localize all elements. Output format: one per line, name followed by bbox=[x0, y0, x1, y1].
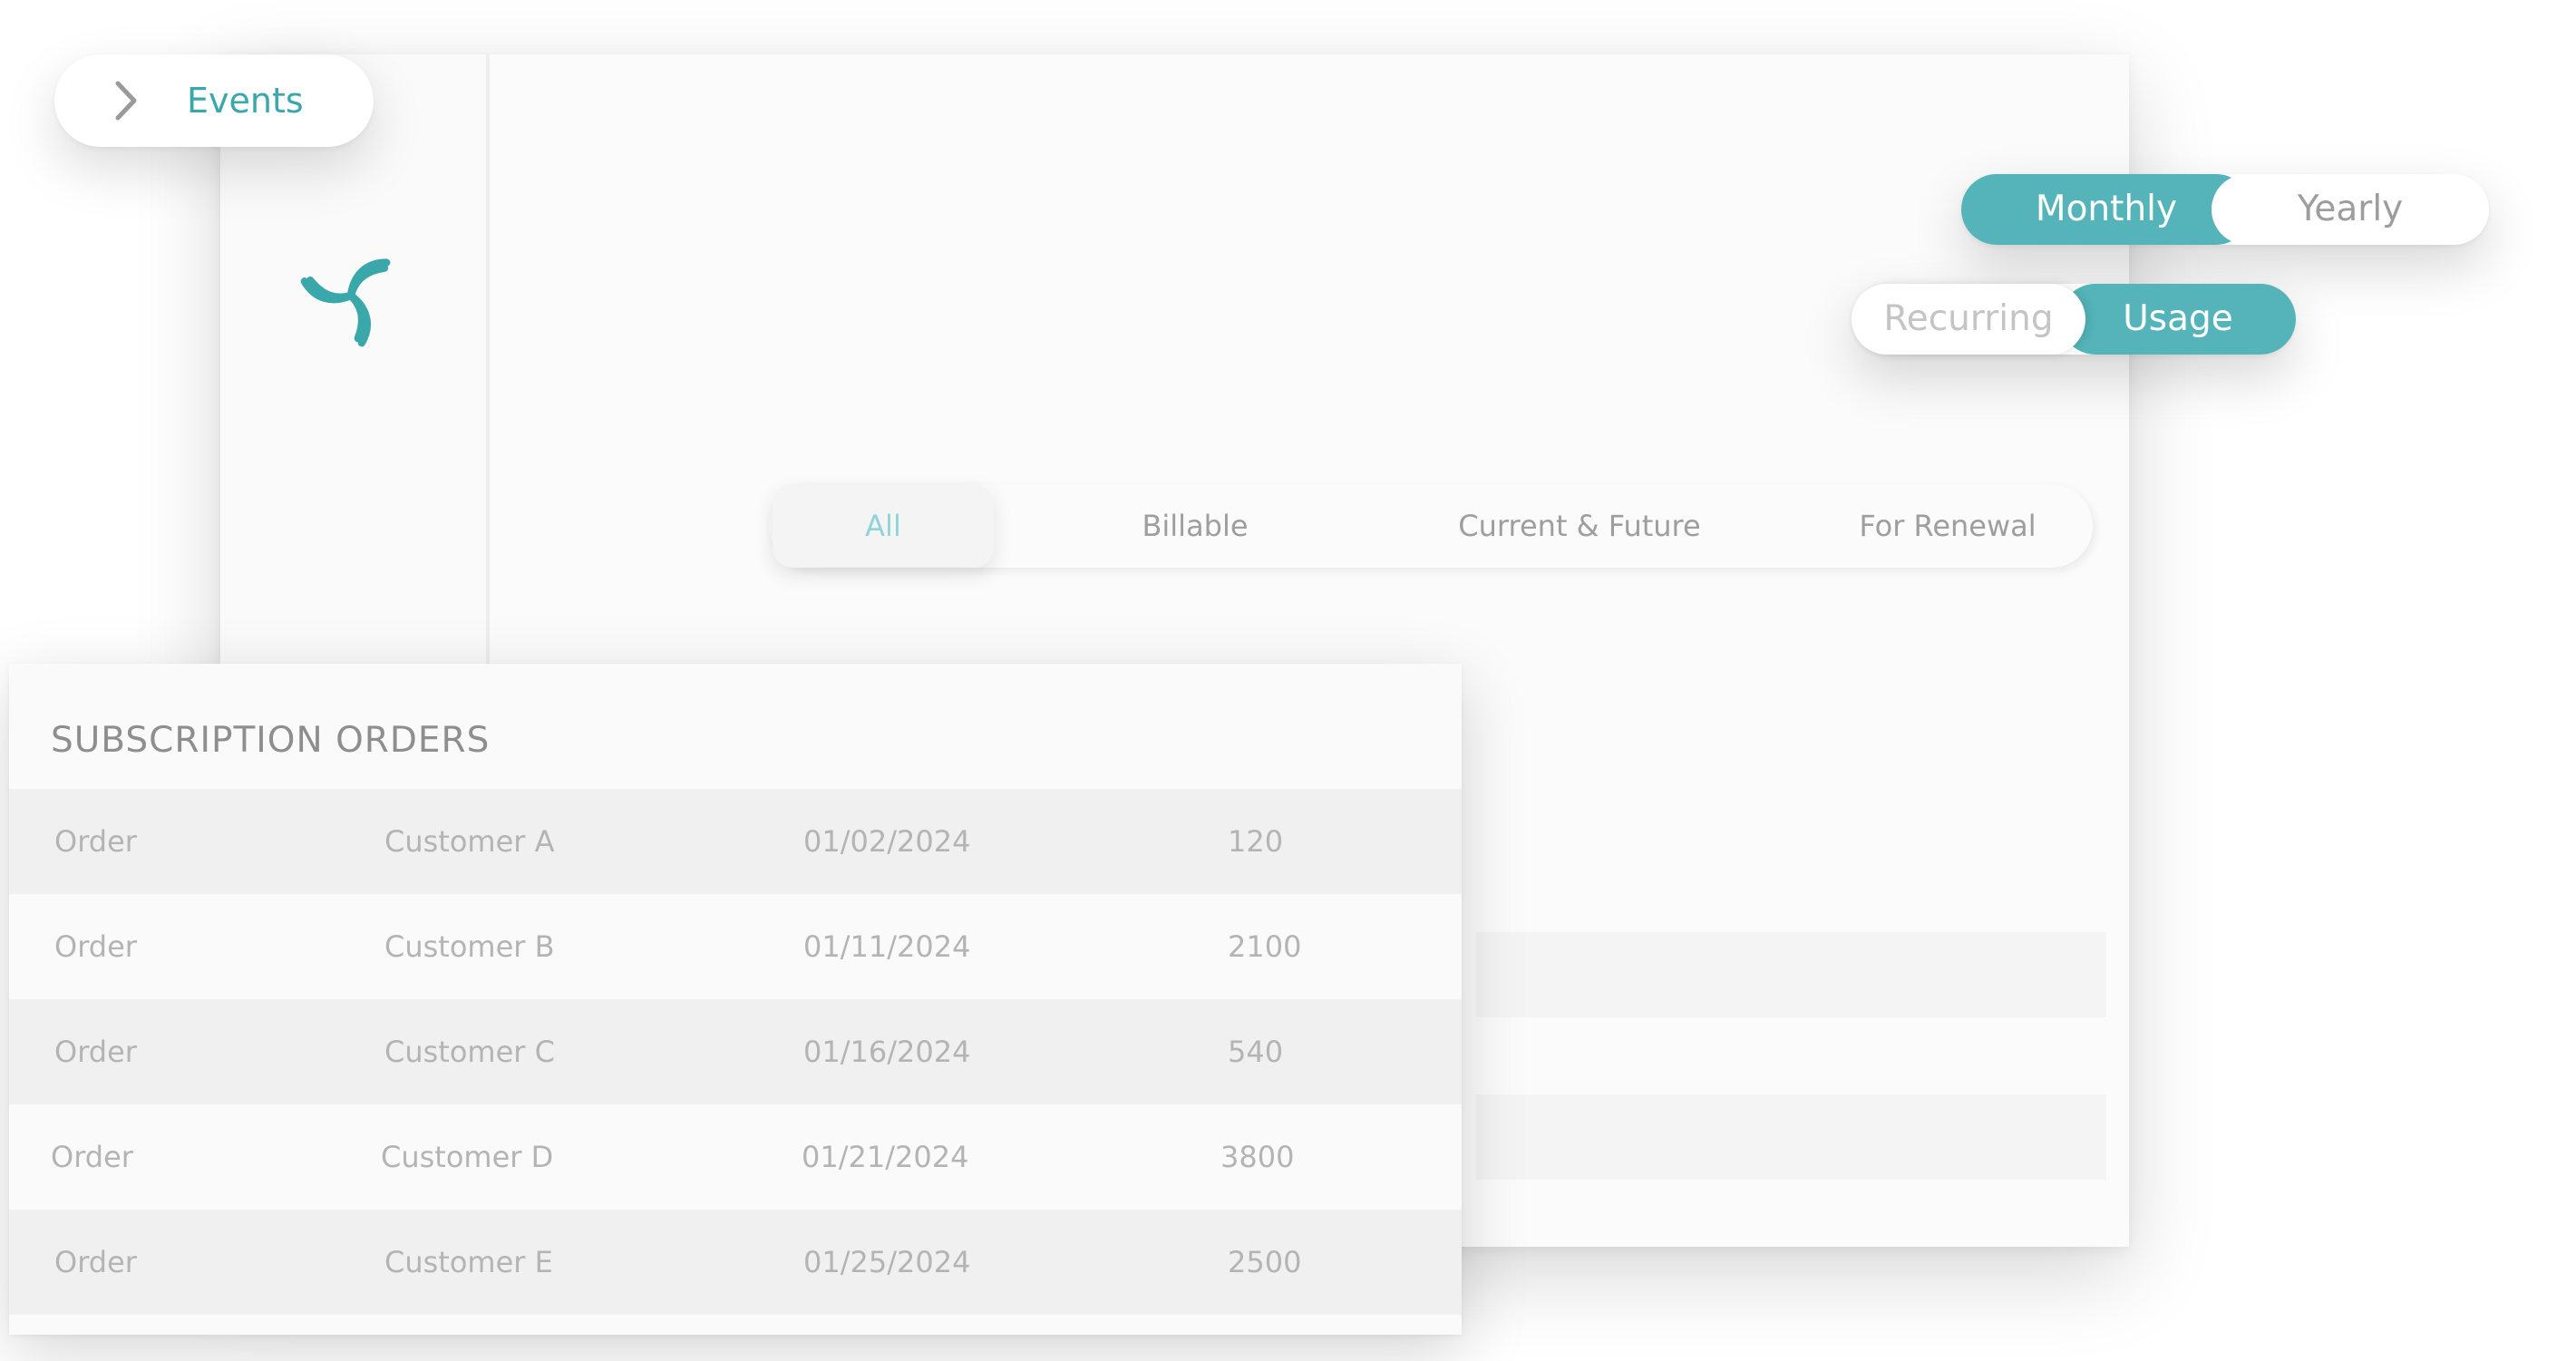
order-date: 01/16/2024 bbox=[803, 1035, 971, 1069]
events-label: Events bbox=[187, 81, 304, 121]
list-row-placeholder bbox=[1476, 1094, 2106, 1180]
order-date: 01/11/2024 bbox=[803, 929, 971, 964]
orders-table: Order Customer A 01/02/2024 120 Order Cu… bbox=[9, 789, 1462, 1315]
order-customer: Customer B bbox=[384, 929, 555, 964]
chevron-right-icon bbox=[115, 81, 137, 121]
order-customer: Customer A bbox=[384, 824, 555, 859]
billing-period-toggle: Monthly Yearly bbox=[1961, 174, 2489, 245]
table-row[interactable]: Order Customer A 01/02/2024 120 bbox=[9, 789, 1462, 894]
order-date: 01/25/2024 bbox=[803, 1245, 971, 1279]
yearly-option[interactable]: Yearly bbox=[2211, 174, 2489, 245]
billing-type-toggle: Usage Recurring bbox=[1852, 284, 2296, 355]
order-amount: 2500 bbox=[1228, 1245, 1302, 1279]
table-row[interactable]: Order Customer B 01/11/2024 2100 bbox=[9, 894, 1462, 999]
order-type: Order bbox=[54, 824, 137, 859]
order-customer: Customer D bbox=[381, 1140, 554, 1174]
order-customer: Customer E bbox=[384, 1245, 553, 1279]
subscription-orders-panel: SUBSCRIPTION ORDERS Order Customer A 01/… bbox=[9, 664, 1462, 1335]
table-row[interactable]: Order Customer E 01/25/2024 2500 bbox=[9, 1210, 1462, 1315]
order-date: 01/21/2024 bbox=[802, 1140, 969, 1174]
spiral-logo-icon bbox=[300, 258, 391, 347]
order-amount: 2100 bbox=[1228, 929, 1302, 964]
order-date: 01/02/2024 bbox=[803, 824, 971, 859]
filter-tabs: All Billable Current & Future For Renewa… bbox=[769, 484, 2093, 568]
order-type: Order bbox=[51, 1140, 133, 1174]
events-nav-button[interactable]: Events bbox=[54, 54, 374, 147]
tab-current-future[interactable]: Current & Future bbox=[1416, 484, 1743, 568]
order-customer: Customer C bbox=[384, 1035, 555, 1069]
order-amount: 120 bbox=[1228, 824, 1284, 859]
order-type: Order bbox=[54, 1245, 137, 1279]
list-row-placeholder bbox=[1476, 932, 2106, 1017]
monthly-option[interactable]: Monthly bbox=[1961, 174, 2251, 245]
usage-option[interactable]: Usage bbox=[2060, 284, 2296, 355]
order-type: Order bbox=[54, 1035, 137, 1069]
table-row[interactable]: Order Customer C 01/16/2024 540 bbox=[9, 999, 1462, 1104]
order-type: Order bbox=[54, 929, 137, 964]
recurring-option[interactable]: Recurring bbox=[1852, 284, 2085, 355]
table-row[interactable]: Order Customer D 01/21/2024 3800 bbox=[9, 1104, 1462, 1210]
order-amount: 540 bbox=[1228, 1035, 1284, 1069]
orders-title: SUBSCRIPTION ORDERS bbox=[51, 720, 491, 761]
tab-all[interactable]: All bbox=[773, 484, 994, 568]
tab-for-renewal[interactable]: For Renewal bbox=[1821, 484, 2075, 568]
order-amount: 3800 bbox=[1220, 1140, 1295, 1174]
tab-billable[interactable]: Billable bbox=[1077, 484, 1313, 568]
